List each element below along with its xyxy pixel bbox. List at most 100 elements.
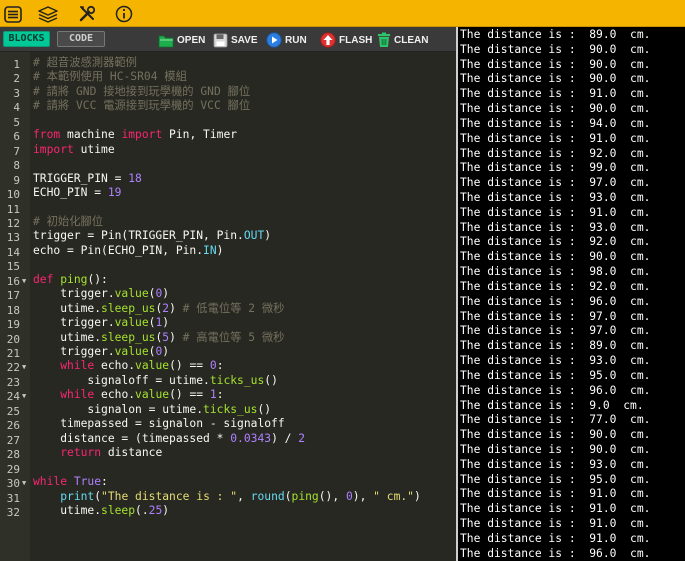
code-line: return distance	[33, 445, 162, 460]
console-line: The distance is : 90.0 cm.	[460, 57, 651, 71]
code-token: ) /	[271, 431, 299, 445]
code-token: )	[216, 243, 224, 257]
flash-label: FLASH	[339, 34, 373, 46]
code-token: )	[413, 489, 421, 503]
line-number: 5	[13, 115, 20, 129]
line-number: 2	[13, 72, 20, 86]
clean-label: CLEAN	[394, 34, 429, 46]
line-number: 29	[6, 462, 20, 476]
code-token: (.	[135, 503, 149, 517]
menu-icon[interactable]	[2, 4, 24, 24]
console-line: The distance is : 90.0 cm.	[460, 72, 651, 86]
code-token: "The distance is : "	[101, 489, 238, 503]
line-number: 10	[6, 188, 20, 202]
console-line: The distance is : 89.0 cm.	[460, 28, 651, 41]
fold-toggle-icon[interactable]: ▼	[22, 360, 26, 375]
code-editor-panel: BLOCKS CODE OPEN SAVE RUN FLASH CLEAN 1 …	[0, 27, 456, 561]
code-token: print	[60, 489, 95, 503]
layers-icon[interactable]	[37, 4, 59, 24]
code-token: ticks_us	[203, 402, 258, 416]
code-token: 0	[209, 359, 217, 373]
open-button[interactable]: OPEN	[158, 31, 205, 49]
line-number: 32	[6, 505, 20, 519]
code-token: while	[33, 475, 68, 489]
code-line: # 請將 VCC 電源接到玩學機的 VCC 腳位	[33, 98, 250, 113]
code-token: # 請將 VCC 電源接到玩學機的 VCC 腳位	[33, 99, 251, 113]
line-number: 11	[6, 202, 20, 216]
code-token: while	[60, 359, 95, 373]
code-line: utime.sleep_us(2) # 低電位等 2 微秒	[33, 301, 284, 316]
code-token: 19	[107, 186, 122, 200]
save-button[interactable]: SAVE	[213, 31, 258, 49]
code-token: echo.	[94, 359, 136, 373]
blocks-mode-button[interactable]: BLOCKS	[3, 31, 50, 47]
code-token: True	[73, 475, 102, 489]
code-token: distance = (timepassed *	[33, 431, 231, 445]
code-token: utime.	[33, 330, 102, 344]
code-line: print("The distance is : ", round(ping()…	[33, 489, 421, 504]
code-token: value	[114, 316, 149, 330]
code-line: # 請將 GND 接地接到玩學機的 GND 腳位	[33, 84, 250, 99]
line-number: 22	[6, 361, 20, 375]
code-token: )	[169, 301, 183, 315]
code-token: ECHO_PIN =	[33, 186, 108, 200]
code-line: trigger.value(0)	[33, 344, 169, 359]
code-token: signalon = utime.	[33, 402, 204, 416]
console-line: The distance is : 93.0 cm.	[460, 191, 651, 205]
info-icon[interactable]	[113, 4, 135, 24]
code-token: # 本範例使用 HC-SR04 模組	[33, 70, 187, 84]
code-line: signalon = utime.ticks_us()	[33, 402, 271, 417]
code-line: # 初始化腳位	[33, 214, 103, 229]
code-token: ():	[87, 272, 108, 286]
code-token: (	[284, 489, 292, 503]
code-mode-button[interactable]: CODE	[57, 31, 105, 47]
console-line: The distance is : 92.0 cm.	[460, 279, 651, 293]
flash-button[interactable]: FLASH	[320, 31, 372, 49]
line-number: 6	[13, 130, 20, 144]
console-line: The distance is : 91.0 cm.	[460, 487, 651, 501]
line-number: 30	[6, 477, 20, 491]
line-number: 8	[13, 159, 20, 173]
code-line: TRIGGER_PIN = 18	[33, 171, 142, 186]
code-line: trigger.value(1)	[33, 315, 169, 330]
code-token: :	[101, 475, 108, 489]
clean-button[interactable]: CLEAN	[377, 31, 428, 49]
code-token: ),	[352, 489, 374, 503]
console-line: The distance is : 91.0 cm.	[460, 205, 651, 219]
code-token: (),	[318, 489, 346, 503]
code-line: from machine import Pin, Timer	[33, 127, 237, 142]
code-token: )	[264, 229, 272, 243]
play-icon	[266, 32, 282, 48]
code-token: ticks_us	[209, 373, 265, 387]
code-token: distance	[101, 446, 163, 460]
console-line: The distance is : 91.0 cm.	[460, 87, 651, 101]
code-line: utime.sleep(.25)	[33, 503, 169, 518]
code-line: signaloff = utime.ticks_us()	[33, 373, 277, 388]
code-token: 18	[128, 171, 142, 185]
fold-toggle-icon[interactable]: ▼	[22, 476, 26, 491]
run-button[interactable]: RUN	[266, 31, 307, 49]
console-line: The distance is : 96.0 cm.	[460, 546, 651, 560]
code-line: trigger.value(0)	[33, 286, 169, 301]
tools-icon[interactable]	[76, 4, 98, 24]
console-line: The distance is : 97.0 cm.	[460, 309, 651, 323]
console-line: The distance is : 90.0 cm.	[460, 442, 651, 456]
trash-icon	[378, 32, 390, 47]
code-token: value	[114, 345, 149, 358]
code-token: :	[216, 359, 224, 373]
fold-toggle-icon[interactable]: ▼	[22, 389, 26, 404]
line-number: 25	[6, 404, 20, 418]
line-number: 1	[13, 58, 20, 71]
code-line: while echo.value() == 0:	[33, 358, 224, 373]
code-token: utime.	[33, 503, 102, 517]
line-number: 19	[6, 318, 20, 332]
code-token: )	[162, 503, 170, 517]
line-number: 26	[6, 419, 20, 433]
code-line: def ping():	[33, 272, 108, 287]
line-number: 18	[6, 303, 20, 317]
code-token: trigger = Pin(TRIGGER_PIN, Pin.	[33, 229, 244, 243]
code-token: round	[250, 489, 285, 503]
fold-toggle-icon[interactable]: ▼	[22, 274, 26, 289]
